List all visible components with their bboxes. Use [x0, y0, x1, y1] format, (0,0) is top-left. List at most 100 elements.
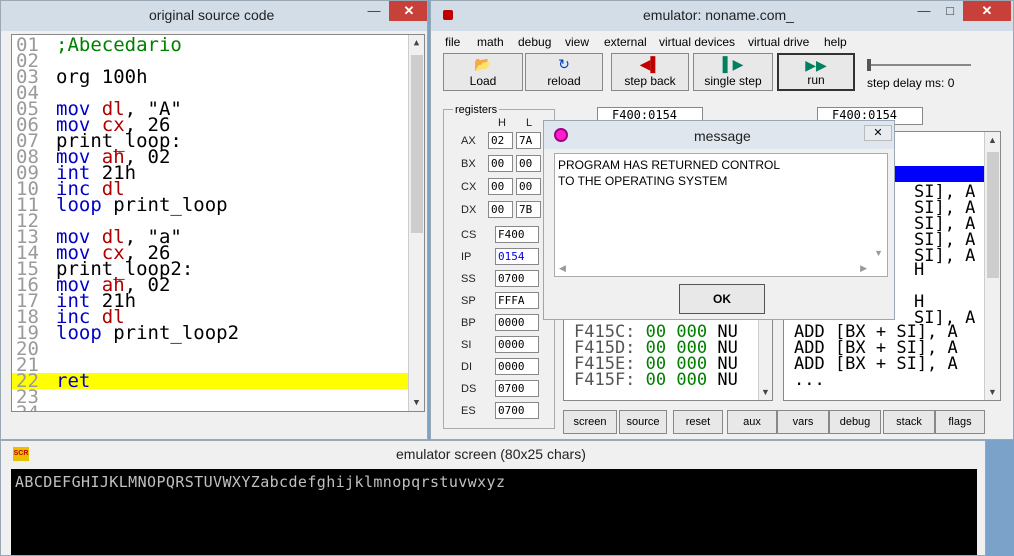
- register-cx-high[interactable]: 00: [488, 178, 513, 195]
- toolbar-button-label: run: [807, 73, 825, 87]
- scroll-down-icon[interactable]: ▼: [759, 384, 772, 400]
- source-button[interactable]: source: [619, 410, 667, 434]
- debug-button[interactable]: debug: [829, 410, 881, 434]
- step-back-icon: ◀▌: [639, 56, 661, 72]
- code-line[interactable]: 22 ret: [12, 372, 408, 391]
- code-line[interactable]: 20: [12, 340, 424, 359]
- scroll-down-icon: ▼: [874, 248, 883, 258]
- source-code-window: original source code — ✕ ▲ ▼ 01 ;Abecedar…: [0, 0, 428, 440]
- menu-item-file[interactable]: file: [445, 35, 460, 49]
- scroll-left-icon: ◀: [559, 263, 566, 273]
- emulator-screen-window: SCR emulator screen (80x25 chars) ABCDEF…: [0, 440, 986, 556]
- folder-icon: 📂: [474, 56, 492, 72]
- message-scroll-arrows[interactable]: ◀ ▶ ▼: [555, 248, 887, 276]
- register-bx-high[interactable]: 00: [488, 155, 513, 172]
- register-cx-low[interactable]: 00: [516, 178, 541, 195]
- register-ss[interactable]: 0700: [495, 270, 539, 287]
- menu-item-virtual-drive[interactable]: virtual drive: [748, 35, 809, 49]
- register-label-ds: DS: [461, 383, 477, 395]
- code-line[interactable]: 11 loop print_loop: [12, 196, 424, 215]
- vars-button[interactable]: vars: [777, 410, 829, 434]
- register-sp[interactable]: FFFA: [495, 292, 539, 309]
- menu-item-math[interactable]: math: [477, 35, 504, 49]
- register-label-es: ES: [461, 405, 476, 417]
- code-text: loop print_loop: [56, 196, 228, 215]
- stack-button[interactable]: stack: [883, 410, 935, 434]
- code-line[interactable]: 03 org 100h: [12, 68, 424, 87]
- message-dialog: message ✕ PROGRAM HAS RETURNED CONTROL T…: [543, 120, 895, 320]
- register-ax-low[interactable]: 7A: [516, 132, 541, 149]
- register-di[interactable]: 0000: [495, 358, 539, 375]
- source-code-editor[interactable]: ▲ ▼ 01 ;Abecedario 02 03 org 100h 04 05 mov dl,…: [11, 34, 425, 412]
- toolbar-button-label: step back: [624, 74, 676, 88]
- source-title-bar[interactable]: original source code — ✕: [1, 1, 427, 31]
- disassembly-scrollbar[interactable]: ▲ ▼: [984, 132, 1000, 400]
- register-bp[interactable]: 0000: [495, 314, 539, 331]
- register-label-ip: IP: [461, 251, 472, 263]
- screen-title-bar[interactable]: SCR emulator screen (80x25 chars): [1, 441, 985, 467]
- register-label-cs: CS: [461, 229, 477, 241]
- disasm-fragment[interactable]: H: [914, 262, 924, 279]
- message-line-2: TO THE OPERATING SYSTEM: [558, 174, 728, 188]
- minimize-icon[interactable]: —: [361, 1, 387, 21]
- menu-item-virtual-devices[interactable]: virtual devices: [659, 35, 735, 49]
- step-delay-slider[interactable]: [867, 59, 971, 71]
- register-bx-low[interactable]: 00: [516, 155, 541, 172]
- register-ip[interactable]: 0154: [495, 248, 539, 265]
- code-line[interactable]: 01 ;Abecedario: [12, 36, 424, 55]
- screen-button[interactable]: screen: [563, 410, 617, 434]
- menu-item-view[interactable]: view: [565, 35, 589, 49]
- reset-button[interactable]: reset: [673, 410, 723, 434]
- code-line[interactable]: 19 loop print_loop2: [12, 324, 424, 343]
- run-button[interactable]: ▶▶ run: [777, 53, 855, 91]
- reload-icon: ↻: [558, 56, 570, 72]
- close-icon[interactable]: ✕: [864, 125, 892, 141]
- minimize-icon[interactable]: —: [911, 1, 937, 21]
- register-es[interactable]: 0700: [495, 402, 539, 419]
- close-icon[interactable]: ✕: [389, 1, 427, 21]
- register-ax-high[interactable]: 02: [488, 132, 513, 149]
- register-si[interactable]: 0000: [495, 336, 539, 353]
- line-number: 24: [16, 404, 54, 412]
- menu-item-external[interactable]: external: [604, 35, 647, 49]
- register-label-ax: AX: [461, 135, 476, 147]
- source-window-title: original source code: [149, 7, 275, 23]
- ok-button[interactable]: OK: [679, 284, 765, 314]
- flags-button[interactable]: flags: [935, 410, 985, 434]
- message-title-bar[interactable]: message ✕: [544, 121, 894, 149]
- register-label-dx: DX: [461, 204, 477, 216]
- disasm-line[interactable]: ...: [794, 372, 825, 389]
- screen-output-text: ABCDEFGHIJKLMNOPQRSTUVWXYZabcdefghijklmn…: [15, 473, 506, 491]
- code-text: ;Abecedario: [56, 36, 182, 55]
- code-line[interactable]: 24: [12, 404, 424, 412]
- scroll-right-icon: ▶: [860, 263, 867, 273]
- toolbar-button-label: Load: [469, 74, 497, 88]
- reload-button[interactable]: ↻ reload: [525, 53, 603, 91]
- scroll-down-icon[interactable]: ▼: [985, 384, 1000, 400]
- screen-icon: SCR: [13, 447, 29, 461]
- scroll-up-icon[interactable]: ▲: [985, 132, 1000, 148]
- aux-button[interactable]: aux: [727, 410, 777, 434]
- single-step-button[interactable]: ▌▶ single step: [693, 53, 773, 91]
- single-step-icon: ▌▶: [722, 56, 744, 72]
- code-text: org 100h: [56, 68, 148, 87]
- Load-button[interactable]: 📂 Load: [443, 53, 523, 91]
- register-ds[interactable]: 0700: [495, 380, 539, 397]
- maximize-icon[interactable]: □: [937, 1, 963, 21]
- scroll-thumb[interactable]: [987, 152, 999, 278]
- register-label-di: DI: [461, 361, 472, 373]
- register-dx-low[interactable]: 7B: [516, 201, 541, 218]
- menu-item-debug[interactable]: debug: [518, 35, 551, 49]
- close-icon[interactable]: ✕: [963, 1, 1011, 21]
- register-dx-high[interactable]: 00: [488, 201, 513, 218]
- step-back-button[interactable]: ◀▌ step back: [611, 53, 689, 91]
- message-title: message: [694, 128, 751, 144]
- message-text-area[interactable]: PROGRAM HAS RETURNED CONTROL TO THE OPER…: [554, 153, 888, 277]
- message-line-1: PROGRAM HAS RETURNED CONTROL: [558, 158, 781, 172]
- register-label-ss: SS: [461, 273, 476, 285]
- memory-row[interactable]: F415F: 00 000 NU: [574, 372, 738, 389]
- menu-item-help[interactable]: help: [824, 35, 847, 49]
- register-cs[interactable]: F400: [495, 226, 539, 243]
- code-line[interactable]: 23: [12, 388, 424, 407]
- emulator-title-bar[interactable]: emulator: noname.com_ — □ ✕: [431, 1, 1013, 31]
